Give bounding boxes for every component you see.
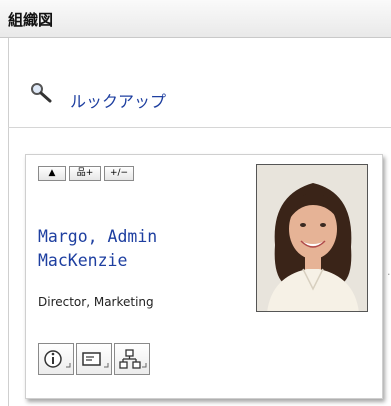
lookup-label[interactable]: ルックアップ xyxy=(70,88,166,112)
plus-minus-icon: +/− xyxy=(109,168,129,178)
org-chart-icon xyxy=(119,349,147,369)
toggle-button[interactable]: +/− xyxy=(104,166,134,181)
info-button[interactable] xyxy=(38,343,74,375)
contact-card-icon xyxy=(82,352,109,368)
person-photo xyxy=(256,164,368,312)
page-title: 組織図 xyxy=(8,11,54,29)
expand-org-button[interactable]: 品+ xyxy=(69,166,101,181)
edge-indicator: · xyxy=(387,268,391,281)
org-chart-card: ▲ 品+ +/− Margo, Admin MacKenzie Director… xyxy=(25,154,383,399)
org-expand-icon: 品+ xyxy=(76,168,94,178)
org-chart-button[interactable] xyxy=(114,343,150,375)
info-icon xyxy=(44,350,71,368)
portrait-image xyxy=(257,165,367,311)
up-arrow-icon: ▲ xyxy=(48,168,56,178)
contact-card-button[interactable] xyxy=(76,343,112,375)
person-name[interactable]: Margo, Admin MacKenzie xyxy=(38,225,248,273)
move-up-button[interactable]: ▲ xyxy=(38,166,66,181)
divider xyxy=(8,127,391,128)
header-bar: 組織図 xyxy=(0,0,391,38)
magnifier-icon xyxy=(31,83,52,103)
person-job-title: Director, Marketing xyxy=(38,295,154,309)
